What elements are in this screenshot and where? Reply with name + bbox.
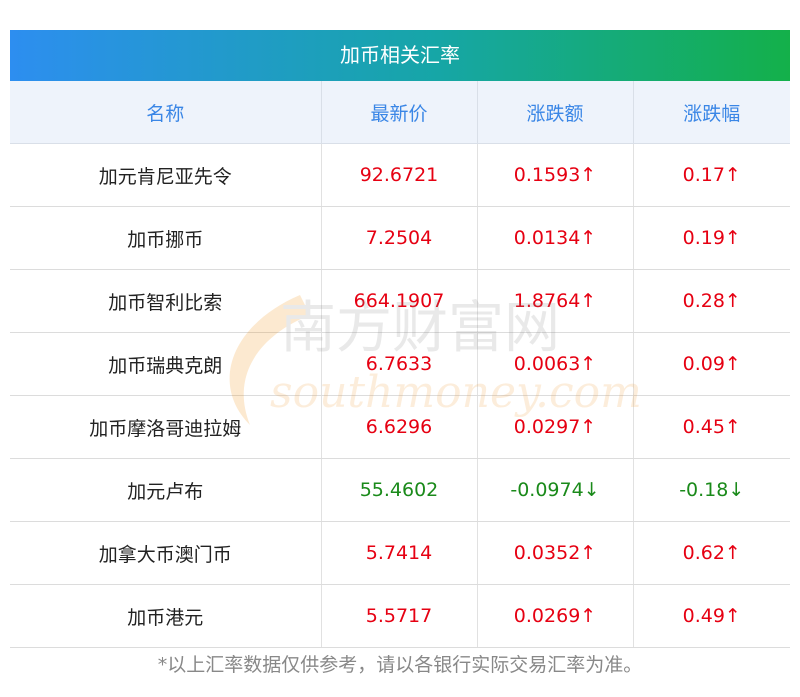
column-header-name: 名称 bbox=[10, 81, 322, 144]
rate-name: 加元卢布 bbox=[10, 458, 322, 522]
rate-name: 加币港元 bbox=[10, 584, 322, 648]
rate-change: 0.0134↑ bbox=[477, 206, 634, 270]
rate-percent: 0.45↑ bbox=[633, 395, 790, 459]
column-header-percent: 涨跌幅 bbox=[633, 81, 790, 144]
rate-price: 664.1907 bbox=[321, 269, 478, 333]
table-row: 加元卢布 55.4602 -0.0974↓ -0.18↓ bbox=[10, 458, 790, 522]
rate-price: 55.4602 bbox=[321, 458, 478, 522]
table-row: 加币摩洛哥迪拉姆 6.6296 0.0297↑ 0.45↑ bbox=[10, 395, 790, 459]
column-header-change: 涨跌额 bbox=[477, 81, 634, 144]
rate-name: 加币挪币 bbox=[10, 206, 322, 270]
rate-price: 6.6296 bbox=[321, 395, 478, 459]
rate-change: 0.0352↑ bbox=[477, 521, 634, 585]
table-row: 加币智利比索 664.1907 1.8764↑ 0.28↑ bbox=[10, 269, 790, 333]
column-header-price: 最新价 bbox=[321, 81, 478, 144]
rate-name: 加拿大币澳门币 bbox=[10, 521, 322, 585]
table-row: 加币瑞典克朗 6.7633 0.0063↑ 0.09↑ bbox=[10, 332, 790, 396]
rate-name: 加币摩洛哥迪拉姆 bbox=[10, 395, 322, 459]
rate-name: 加币瑞典克朗 bbox=[10, 332, 322, 396]
rate-change: 0.1593↑ bbox=[477, 143, 634, 207]
rate-percent: 0.17↑ bbox=[633, 143, 790, 207]
table-header-row: 名称 最新价 涨跌额 涨跌幅 bbox=[10, 81, 790, 144]
table-row: 加元肯尼亚先令 92.6721 0.1593↑ 0.17↑ bbox=[10, 143, 790, 207]
table-row: 加拿大币澳门币 5.7414 0.0352↑ 0.62↑ bbox=[10, 521, 790, 585]
rate-percent: 0.28↑ bbox=[633, 269, 790, 333]
rate-change: 0.0297↑ bbox=[477, 395, 634, 459]
rate-name: 加元肯尼亚先令 bbox=[10, 143, 322, 207]
rate-change: -0.0974↓ bbox=[477, 458, 634, 522]
panel-title: 加币相关汇率 bbox=[10, 30, 790, 81]
table-row: 加币挪币 7.2504 0.0134↑ 0.19↑ bbox=[10, 206, 790, 270]
disclaimer-note: *以上汇率数据仅供参考，请以各银行实际交易汇率为准。 bbox=[157, 654, 643, 676]
table-row: 加币港元 5.5717 0.0269↑ 0.49↑ bbox=[10, 584, 790, 648]
rate-change: 0.0269↑ bbox=[477, 584, 634, 648]
rate-panel: 加币相关汇率 名称 最新价 涨跌额 涨跌幅 加元肯尼亚先令 92.6721 0.15… bbox=[10, 30, 790, 648]
rate-percent: 0.19↑ bbox=[633, 206, 790, 270]
rate-percent: 0.09↑ bbox=[633, 332, 790, 396]
rate-price: 92.6721 bbox=[321, 143, 478, 207]
rate-percent: 0.62↑ bbox=[633, 521, 790, 585]
rate-price: 5.7414 bbox=[321, 521, 478, 585]
rate-table: 名称 最新价 涨跌额 涨跌幅 加元肯尼亚先令 92.6721 0.1593↑ 0.17… bbox=[10, 81, 790, 648]
rate-change: 1.8764↑ bbox=[477, 269, 634, 333]
rate-price: 5.5717 bbox=[321, 584, 478, 648]
rate-price: 7.2504 bbox=[321, 206, 478, 270]
rate-change: 0.0063↑ bbox=[477, 332, 634, 396]
rate-percent: 0.49↑ bbox=[633, 584, 790, 648]
rate-name: 加币智利比索 bbox=[10, 269, 322, 333]
rate-percent: -0.18↓ bbox=[633, 458, 790, 522]
rate-price: 6.7633 bbox=[321, 332, 478, 396]
